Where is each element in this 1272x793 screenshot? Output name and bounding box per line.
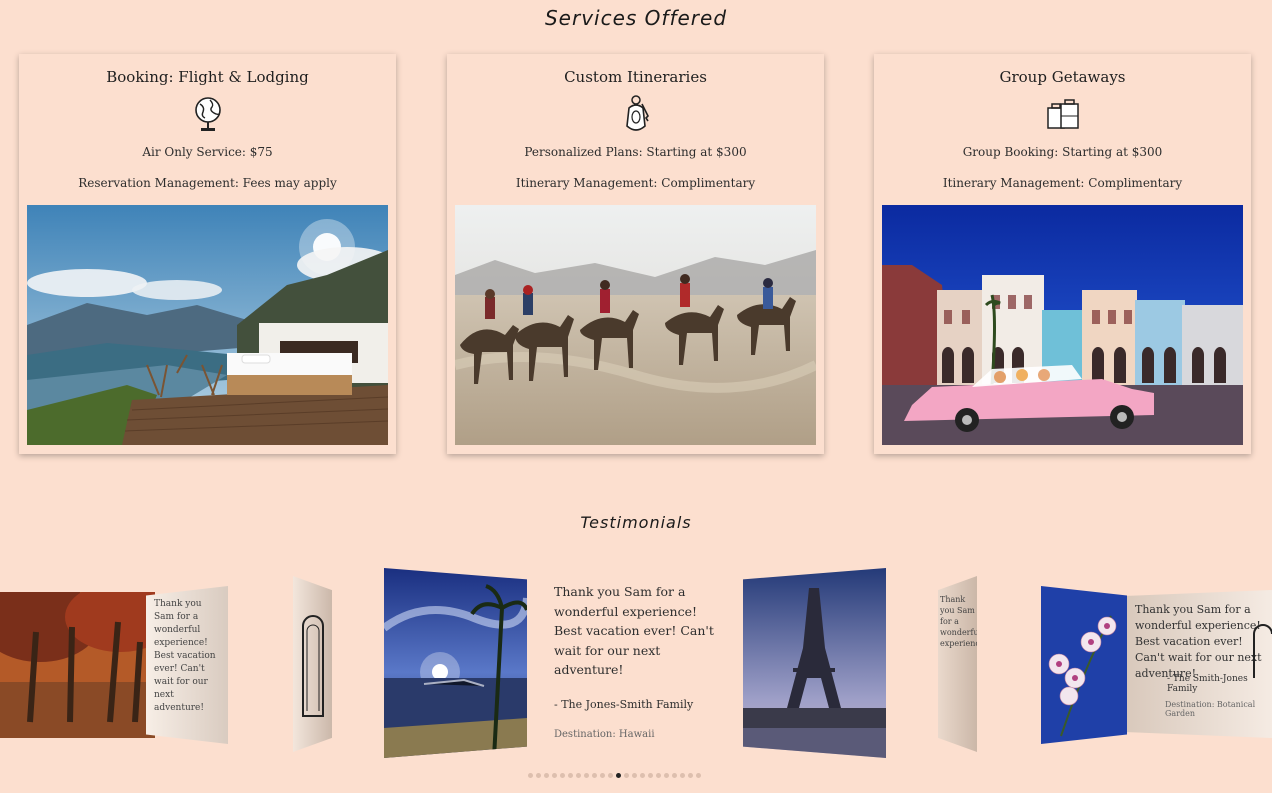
carousel-dot[interactable] xyxy=(608,773,613,778)
carousel-dot[interactable] xyxy=(656,773,661,778)
carousel-dot[interactable] xyxy=(664,773,669,778)
testimonial-card-right-narrow[interactable]: Thank you Sam for a wonderful experience xyxy=(938,576,977,752)
testimonials-carousel[interactable]: Thank you Sam for a wonderful experience… xyxy=(0,0,1272,793)
orchid-photo[interactable] xyxy=(1041,586,1127,744)
testimonial-destination: Destination: Hawaii xyxy=(554,728,655,740)
carousel-dot[interactable] xyxy=(560,773,565,778)
carousel-dot[interactable] xyxy=(624,773,629,778)
hawaii-sunset-photo[interactable] xyxy=(384,568,527,758)
carousel-dot[interactable] xyxy=(576,773,581,778)
testimonial-quote: Thank you Sam for a wonderful experience… xyxy=(554,584,714,677)
carousel-pagination xyxy=(528,773,704,781)
carousel-dot[interactable] xyxy=(568,773,573,778)
carousel-dot[interactable] xyxy=(584,773,589,778)
side-destination: Destination: Botanical Garden xyxy=(1165,700,1256,718)
carousel-dot[interactable] xyxy=(600,773,605,778)
testimonial-card-right-text[interactable]: Thank you Sam for a wonderful experience… xyxy=(1127,590,1272,738)
testimonial-author: - The Jones-Smith Family xyxy=(554,697,694,711)
eiffel-tower-photo[interactable] xyxy=(743,568,886,758)
carousel-dot[interactable] xyxy=(632,773,637,778)
carousel-dot[interactable] xyxy=(552,773,557,778)
arch-icon[interactable] xyxy=(293,576,332,752)
carousel-dot[interactable] xyxy=(592,773,597,778)
carousel-dot[interactable] xyxy=(648,773,653,778)
testimonial-current: Thank you Sam for a wonderful experience… xyxy=(554,582,714,740)
arch-icon xyxy=(1253,624,1272,678)
carousel-dot[interactable] xyxy=(536,773,541,778)
carousel-dot[interactable] xyxy=(528,773,533,778)
carousel-dot[interactable] xyxy=(696,773,701,778)
carousel-dot[interactable] xyxy=(680,773,685,778)
testimonial-card-left-text[interactable]: Thank you Sam for a wonderful experience… xyxy=(146,586,228,744)
carousel-dot[interactable] xyxy=(672,773,677,778)
carousel-dot[interactable] xyxy=(544,773,549,778)
carousel-dot[interactable] xyxy=(616,773,621,778)
carousel-dot[interactable] xyxy=(688,773,693,778)
carousel-dot[interactable] xyxy=(640,773,645,778)
autumn-trees-photo[interactable] xyxy=(0,592,155,738)
